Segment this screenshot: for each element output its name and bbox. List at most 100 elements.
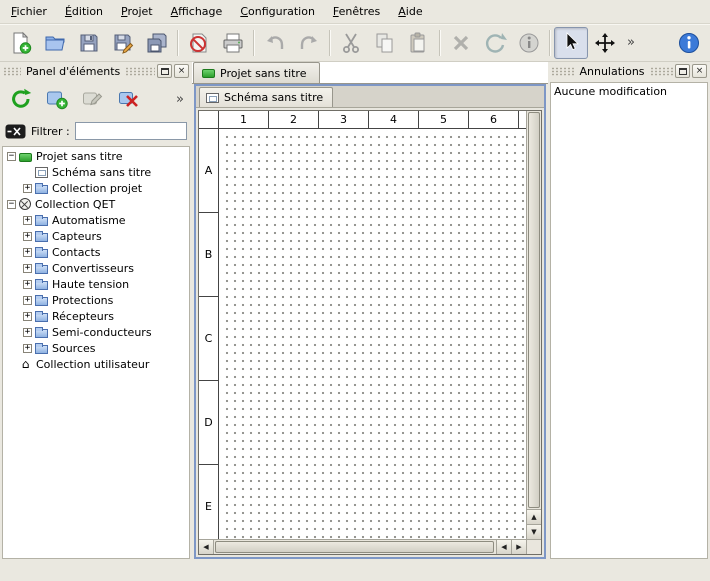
menu-fene-tres[interactable]: Fenêtres bbox=[324, 0, 389, 24]
new-element-button[interactable] bbox=[42, 84, 72, 114]
dock-grip-icon[interactable] bbox=[650, 67, 673, 76]
menu-fichier[interactable]: Fichier bbox=[2, 0, 56, 24]
close-file-button[interactable] bbox=[182, 27, 216, 59]
close-panel-button[interactable]: × bbox=[692, 64, 707, 78]
tree-item-collection-utilisateur[interactable]: ⌂Collection utilisateur bbox=[3, 356, 189, 372]
select-tool-button[interactable] bbox=[554, 27, 588, 59]
dock-grip-icon[interactable] bbox=[551, 67, 574, 76]
home-icon: ⌂ bbox=[19, 358, 32, 370]
toolbar-separator bbox=[177, 30, 179, 56]
clear-filter-button[interactable] bbox=[5, 124, 26, 139]
tree-item-contacts[interactable]: +Contacts bbox=[3, 244, 189, 260]
expander-plus-icon[interactable]: + bbox=[23, 248, 32, 257]
tree-item-semi-conducteurs[interactable]: + Semi-conducteurs bbox=[3, 324, 189, 340]
tree-item-automatisme[interactable]: +Automatisme bbox=[3, 212, 189, 228]
dock-grip-icon[interactable] bbox=[3, 67, 21, 76]
close-file-icon bbox=[187, 31, 211, 55]
open-file-button[interactable] bbox=[38, 27, 72, 59]
save-file-button[interactable] bbox=[72, 27, 106, 59]
expander-plus-icon[interactable]: + bbox=[23, 296, 32, 305]
delete-button[interactable] bbox=[444, 27, 478, 59]
tree-item-sche-ma-sans-titre[interactable]: Schéma sans titre bbox=[3, 164, 189, 180]
delete-element-button[interactable] bbox=[114, 84, 144, 114]
scroll-left-button[interactable]: ◀ bbox=[199, 540, 214, 554]
rotate-button[interactable] bbox=[478, 27, 512, 59]
close-panel-button[interactable]: × bbox=[174, 64, 189, 78]
reload-collections-button[interactable] bbox=[6, 84, 36, 114]
expander-plus-icon[interactable]: + bbox=[23, 184, 32, 193]
tree-item-protections[interactable]: +Protections bbox=[3, 292, 189, 308]
tree-item-haute-tension[interactable]: +Haute tension bbox=[3, 276, 189, 292]
tree-item-collection-qet[interactable]: −Collection QET bbox=[3, 196, 189, 212]
filter-row: Filtrer : bbox=[0, 118, 192, 144]
cut-button[interactable] bbox=[334, 27, 368, 59]
redo-button[interactable] bbox=[292, 27, 326, 59]
menu-e-dition[interactable]: Édition bbox=[56, 0, 112, 24]
expander-plus-icon[interactable]: + bbox=[23, 280, 32, 289]
project-tab[interactable]: Projet sans titre bbox=[193, 62, 320, 83]
about-info-button[interactable] bbox=[672, 27, 706, 59]
tree-item-capteurs[interactable]: +Capteurs bbox=[3, 228, 189, 244]
save-as-button[interactable] bbox=[106, 27, 140, 59]
schema-canvas[interactable] bbox=[220, 130, 526, 539]
tree-item-label: Semi-conducteurs bbox=[52, 326, 152, 339]
save-as-icon bbox=[111, 31, 135, 55]
horizontal-scrollbar-thumb[interactable] bbox=[215, 541, 494, 553]
element-info-button[interactable] bbox=[512, 27, 546, 59]
tree-item-projet-sans-titre[interactable]: −Projet sans titre bbox=[3, 148, 189, 164]
paste-button[interactable] bbox=[402, 27, 436, 59]
ruler-row-label: C bbox=[199, 297, 218, 381]
toolbar-separator bbox=[549, 30, 551, 56]
expander-plus-icon[interactable]: + bbox=[23, 264, 32, 273]
ruler-column-label: 2 bbox=[269, 111, 319, 128]
filter-input[interactable] bbox=[75, 122, 187, 140]
float-panel-button[interactable] bbox=[675, 64, 690, 78]
print-button[interactable] bbox=[216, 27, 250, 59]
tree-item-convertisseurs[interactable]: +Convertisseurs bbox=[3, 260, 189, 276]
new-file-button[interactable] bbox=[4, 27, 38, 59]
tree-item-sources[interactable]: +Sources bbox=[3, 340, 189, 356]
edit-element-button[interactable] bbox=[78, 84, 108, 114]
menu-affichage[interactable]: Affichage bbox=[162, 0, 232, 24]
ruler-column-label: 3 bbox=[319, 111, 369, 128]
schema-tab[interactable]: Schéma sans titre bbox=[199, 87, 333, 107]
move-tool-button[interactable] bbox=[588, 27, 622, 59]
float-panel-button[interactable] bbox=[157, 64, 172, 78]
project-icon bbox=[202, 69, 215, 78]
menu-aide[interactable]: Aide bbox=[389, 0, 431, 24]
tree-item-re-cepteurs[interactable]: +Récepteurs bbox=[3, 308, 189, 324]
panel-toolbar-overflow-button[interactable]: » bbox=[176, 92, 186, 107]
expander-plus-icon[interactable]: + bbox=[23, 216, 32, 225]
scroll-right-button[interactable]: ▶ bbox=[511, 540, 526, 554]
expander-plus-icon[interactable]: + bbox=[23, 232, 32, 241]
vertical-scrollbar-thumb[interactable] bbox=[528, 112, 540, 508]
expander-minus-icon[interactable]: − bbox=[7, 152, 16, 161]
vertical-scrollbar[interactable]: ▲ ▼ bbox=[526, 111, 541, 539]
mdi-area: Projet sans titre Schéma sans titre 1234… bbox=[192, 62, 548, 561]
save-floppy-icon bbox=[77, 31, 101, 55]
undo-icon bbox=[263, 31, 287, 55]
undo-button[interactable] bbox=[258, 27, 292, 59]
save-all-button[interactable] bbox=[140, 27, 174, 59]
dock-grip-icon[interactable] bbox=[125, 67, 155, 76]
tree-item-collection-projet[interactable]: +Collection projet bbox=[3, 180, 189, 196]
menu-projet[interactable]: Projet bbox=[112, 0, 162, 24]
toolbar-overflow-button[interactable]: » bbox=[622, 35, 640, 50]
elements-panel-header[interactable]: Panel d'éléments × bbox=[0, 62, 192, 80]
expander-plus-icon[interactable]: + bbox=[23, 312, 32, 321]
scroll-left-button[interactable]: ◀ bbox=[496, 540, 511, 554]
menu-configuration[interactable]: Configuration bbox=[231, 0, 324, 24]
expander-plus-icon[interactable]: + bbox=[23, 344, 32, 353]
status-bar bbox=[0, 561, 710, 581]
scroll-up-button[interactable]: ▲ bbox=[527, 509, 541, 524]
undo-list[interactable]: Aucune modification bbox=[550, 82, 708, 559]
qet-collection-icon bbox=[19, 198, 31, 210]
expander-minus-icon[interactable]: − bbox=[7, 200, 16, 209]
elements-tree[interactable]: −Projet sans titreSchéma sans titre+Coll… bbox=[2, 146, 190, 559]
undo-panel-header[interactable]: Annulations × bbox=[548, 62, 710, 80]
scroll-down-button[interactable]: ▼ bbox=[527, 524, 541, 539]
copy-button[interactable] bbox=[368, 27, 402, 59]
horizontal-scrollbar[interactable]: ◀ ◀ ▶ bbox=[199, 539, 526, 554]
delete-cross-icon bbox=[449, 31, 473, 55]
expander-plus-icon[interactable]: + bbox=[23, 328, 32, 337]
